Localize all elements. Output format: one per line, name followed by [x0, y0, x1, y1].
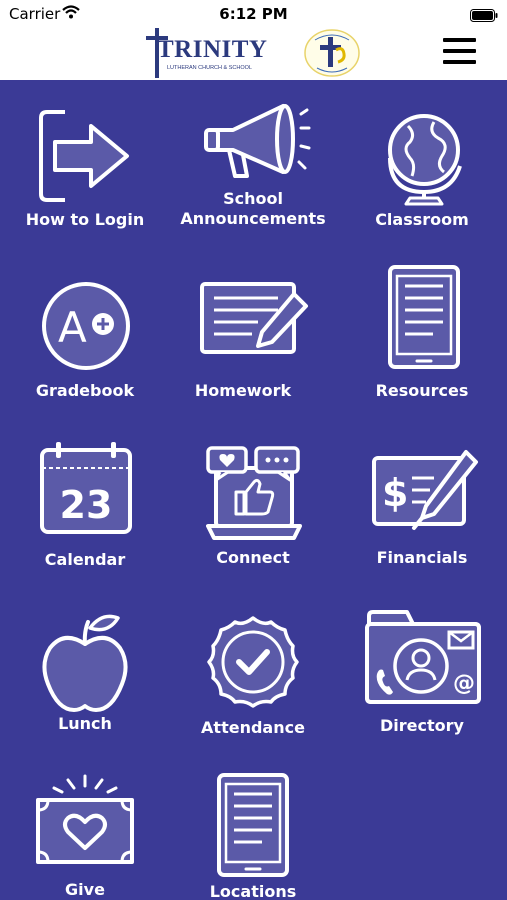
- tile-attendance[interactable]: Attendance: [168, 610, 338, 745]
- grade-a-plus-icon: A: [42, 282, 130, 370]
- tile-label: Locations: [209, 882, 297, 900]
- tile-locations[interactable]: Locations: [168, 772, 338, 900]
- globe-icon: [388, 114, 462, 206]
- app-grid: How to Login School Announcements Classr…: [0, 80, 507, 900]
- tile-gradebook[interactable]: A Gradebook: [0, 278, 170, 403]
- hamburger-menu-icon: [443, 38, 476, 42]
- tile-calendar[interactable]: 23 Calendar: [0, 440, 170, 575]
- tile-label: Resources: [375, 381, 469, 400]
- tile-connect[interactable]: Connect: [168, 440, 338, 575]
- at-sign: @: [453, 671, 475, 696]
- calendar-date: 23: [60, 483, 113, 527]
- tile-label: Give: [65, 880, 105, 899]
- tile-label: Calendar: [44, 550, 126, 569]
- tile-give[interactable]: Give: [0, 772, 170, 900]
- login-arrow-icon: [39, 110, 129, 202]
- svg-text:A: A: [58, 303, 87, 352]
- tile-label: Connect: [216, 548, 290, 567]
- logo-subtitle: LUTHERAN CHURCH & SCHOOL: [167, 65, 252, 71]
- tile-directory[interactable]: @ Directory: [337, 610, 507, 745]
- notepad-pencil-icon: [200, 282, 308, 354]
- clock: 6:12 PM: [219, 5, 288, 23]
- megaphone-icon: [204, 104, 311, 178]
- app-header: TRINITY LUTHERAN CHURCH & SCHOOL: [0, 28, 507, 80]
- contact-folder-icon: @: [365, 610, 481, 704]
- trinity-logo[interactable]: TRINITY LUTHERAN CHURCH & SCHOOL: [145, 28, 267, 78]
- tile-label: Gradebook: [35, 381, 135, 400]
- seal-icon: [303, 28, 361, 78]
- tile-homework[interactable]: Homework: [158, 278, 328, 403]
- tile-classroom[interactable]: Classroom: [337, 100, 507, 235]
- tile-label: Directory: [380, 716, 464, 735]
- check-badge-icon: [207, 616, 299, 708]
- tile-label: School Announcements: [180, 189, 326, 228]
- apple-icon: [42, 614, 128, 712]
- tile-label: Homework: [194, 381, 292, 400]
- tile-label: Classroom: [375, 210, 469, 229]
- tile-how-to-login[interactable]: How to Login: [0, 100, 170, 235]
- tile-financials[interactable]: $ Financials: [337, 440, 507, 575]
- calendar-icon: 23: [40, 442, 132, 534]
- tile-label: Attendance: [201, 718, 305, 737]
- heart-bill-icon: [36, 774, 134, 864]
- tile-school-announcements[interactable]: School Announcements: [168, 100, 338, 235]
- social-laptop-icon: [206, 446, 302, 540]
- tile-label: Lunch: [58, 714, 112, 733]
- menu-button[interactable]: [443, 38, 479, 68]
- tile-label: How to Login: [25, 210, 145, 229]
- tablet-document-icon: [217, 773, 289, 877]
- tile-lunch[interactable]: Lunch: [0, 610, 170, 745]
- tile-resources[interactable]: Resources: [337, 265, 507, 403]
- tile-label: Financials: [376, 548, 468, 567]
- battery-icon: [470, 7, 498, 26]
- tablet-document-icon: [388, 265, 460, 369]
- check-pen-icon: $: [372, 450, 478, 530]
- logo-wordmark: TRINITY: [157, 36, 268, 63]
- dollar-sign: $: [382, 471, 408, 515]
- status-bar: Carrier 6:12 PM: [0, 0, 507, 28]
